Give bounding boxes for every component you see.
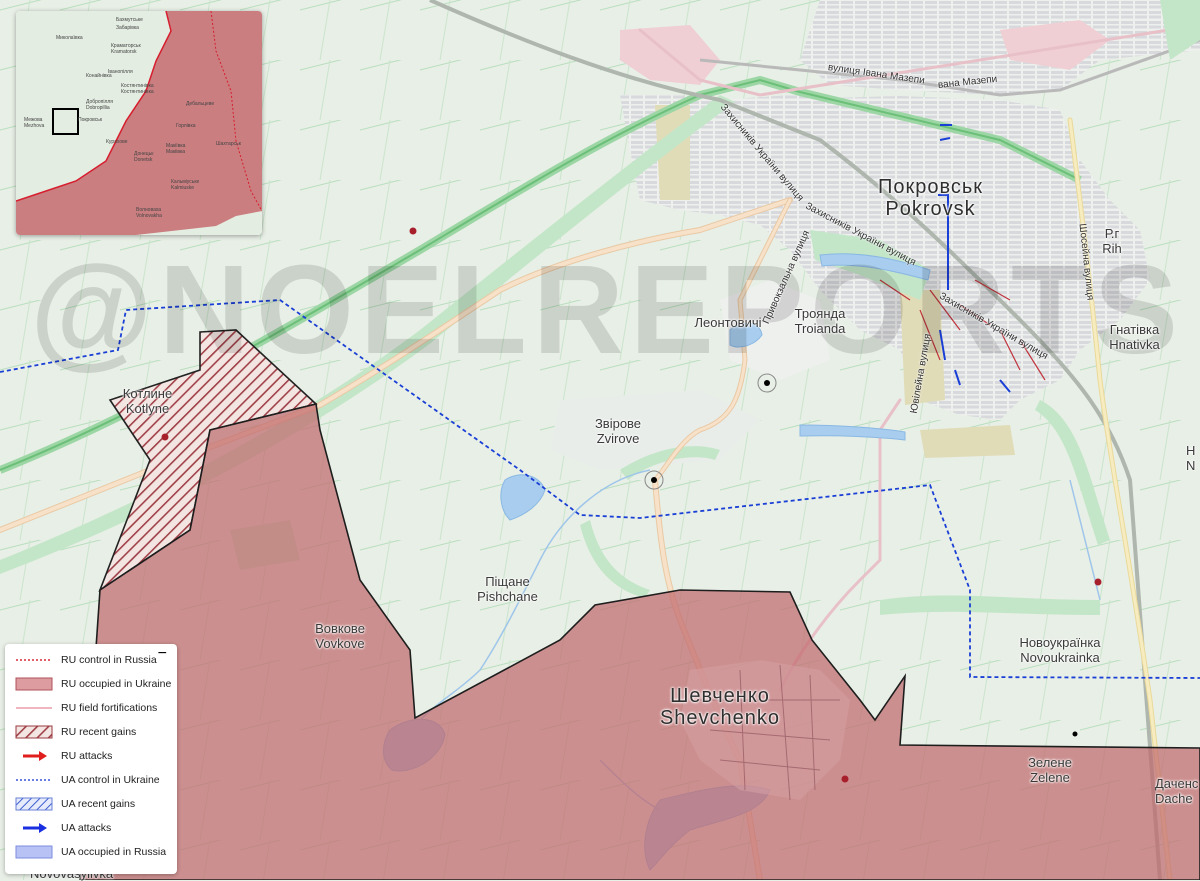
label-vovkove: Вовкове Vovkove [305, 621, 375, 651]
inset-label-0: Бахмутське [116, 17, 143, 23]
legend-symbol-blue-dotted-line [16, 779, 52, 781]
label-leontovichi-uk: Леонтовичі [694, 315, 762, 330]
label-edge-n-uk: Н [1186, 443, 1196, 458]
label-novoukrainka-uk: Новоукраїнка [1019, 635, 1101, 650]
label-zvirove-uk: Звірове [594, 416, 642, 431]
legend-item-ru-fortifications: RU field fortifications [15, 698, 157, 718]
inset-label-1: Забарівка [116, 25, 139, 31]
inset-label-19: Kalmiuske [171, 185, 195, 191]
label-zvirove: Звірове Zvirove [583, 416, 653, 446]
legend-item-ua-control-ukraine: UA control in Ukraine [15, 770, 160, 790]
legend-item-ru-occupied-ukraine: RU occupied in Ukraine [15, 674, 171, 694]
inset-label-25: Курахове [106, 139, 128, 145]
legend-label: UA attacks [61, 822, 112, 834]
inset-label-22: Дебальцеве [186, 101, 215, 107]
inset-label-8: Конайнівка [86, 73, 112, 79]
label-pokrovsk-en: Pokrovsk [885, 198, 976, 220]
label-edge-n: Н N [1186, 443, 1200, 473]
legend-symbol-red-dotted-line [16, 659, 52, 661]
inset-label-10: Dobropillia [86, 105, 110, 111]
label-dachenske-uk: Даченс [1155, 776, 1199, 791]
legend-item-ua-occupied-russia: UA occupied in Russia [15, 842, 166, 862]
inset-label-2: Миколаївка [56, 35, 83, 41]
label-zvirove-en: Zvirove [596, 431, 640, 446]
label-novoukrainka-en: Novoukrainka [1020, 650, 1100, 665]
legend-symbol-blue-fill [15, 845, 53, 859]
inset-label-13: Покровськ [78, 117, 103, 123]
label-zelene-uk: Зелене [1028, 755, 1072, 770]
inset-label-21: Volnovakha [136, 213, 162, 219]
label-pokrovsk: Покровськ Pokrovsk [868, 176, 993, 220]
legend-symbol-red-hatch [15, 725, 53, 739]
legend-label: RU recent gains [61, 726, 137, 738]
label-rih-en: Rih [1102, 241, 1122, 256]
legend-item-ua-attacks: UA attacks [15, 818, 111, 838]
label-dachenske: Даченс Dache [1155, 776, 1200, 806]
inset-label-7: Костянтинівка [121, 89, 154, 95]
inset-label-4: Kramatorsk [111, 49, 137, 55]
label-kotlyne: Котлине Kotlyne [110, 386, 185, 416]
label-rih: Р.г Rih [1097, 226, 1127, 256]
overview-inset-map[interactable]: Бахмутське Забарівка Миколаївка Краматор… [16, 11, 262, 235]
legend-symbol-red-arrow-icon [23, 751, 47, 761]
inset-label-24: Шахтарськ [216, 141, 241, 147]
label-hnativka-uk: Гнатівка [1109, 322, 1160, 337]
legend-panel: − RU control in Russia RU occupied in Uk… [5, 644, 177, 874]
label-pishchane-uk: Піщане [485, 574, 530, 589]
legend-item-ru-attacks: RU attacks [15, 746, 112, 766]
label-novoukrainka: Новоукраїнка Novoukrainka [1005, 635, 1115, 665]
legend-label: RU field fortifications [61, 702, 158, 714]
label-pokrovsk-uk: Покровськ [877, 176, 984, 198]
label-vovkove-en: Vovkove [315, 636, 365, 651]
label-edge-n-en: N [1186, 458, 1196, 473]
label-kotlyne-en: Kotlyne [125, 401, 170, 416]
legend-label: UA recent gains [61, 798, 136, 810]
legend-label: RU control in Russia [61, 654, 157, 666]
label-shevchenko: Шевченко Shevchenko [650, 685, 790, 729]
label-troianda-en: Troianda [794, 321, 846, 336]
label-zelene: Зелене Zelene [1020, 755, 1080, 785]
farmland-tan-3 [920, 425, 1015, 458]
label-pishchane: Піщане Pishchane [470, 574, 545, 604]
label-rih-uk: Р.г [1104, 226, 1120, 241]
legend-symbol-pink-line [16, 707, 52, 709]
label-zelene-en: Zelene [1030, 770, 1070, 785]
legend-label: UA control in Ukraine [61, 774, 160, 786]
legend-collapse-button[interactable]: − [158, 646, 167, 662]
legend-symbol-blue-arrow-icon [23, 823, 47, 833]
inset-label-15: Donetsk [134, 157, 153, 163]
legend-item-ua-recent-gains: UA recent gains [15, 794, 135, 814]
label-leontovichi: Леонтовичі [683, 315, 773, 330]
label-shevchenko-en: Shevchenko [659, 707, 781, 729]
legend-symbol-red-fill [15, 677, 53, 691]
label-hnativka: Гнатівка Hnativka [1097, 322, 1172, 352]
label-shevchenko-uk: Шевченко [670, 685, 770, 707]
legend-item-ru-recent-gains: RU recent gains [15, 722, 136, 742]
inset-label-17: Maкiiвка [166, 149, 186, 155]
legend-symbol-blue-hatch [15, 797, 53, 811]
inset-label-23: Горлівка [176, 123, 196, 129]
legend-label: UA occupied in Russia [61, 846, 167, 858]
label-dachenske-en: Dache [1155, 791, 1193, 806]
label-pishchane-en: Pishchane [477, 589, 538, 604]
inset-label-12: Mezhova [24, 123, 45, 129]
legend-label: RU attacks [61, 750, 113, 762]
label-vovkove-uk: Вовкове [315, 621, 365, 636]
label-troianda-uk: Троянда [794, 306, 846, 321]
legend-label: RU occupied in Ukraine [61, 678, 172, 690]
legend-item-ru-control-russia: RU control in Russia [15, 650, 157, 670]
watermark-text: @NOELREPORTS [30, 240, 1184, 380]
label-hnativka-en: Hnativka [1109, 337, 1160, 352]
label-kotlyne-uk: Котлине [122, 386, 173, 401]
label-troianda: Троянда Troianda [785, 306, 855, 336]
